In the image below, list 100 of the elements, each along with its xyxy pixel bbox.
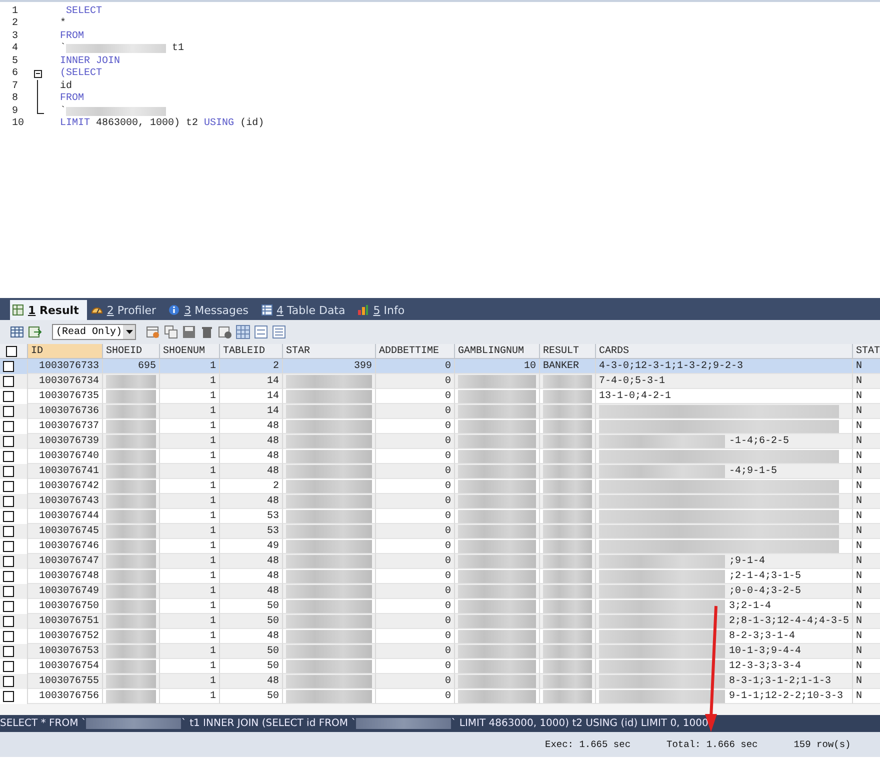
line-number: 7 [11,80,20,92]
collapse-icon[interactable] [34,70,42,78]
grid-view-icon[interactable] [236,325,250,339]
blurred-text [543,404,592,418]
row-checkbox[interactable] [3,481,14,492]
blurred-text [106,600,156,612]
query-text: SELECT * FROM ` [0,718,86,729]
table-cell: 10 [524,360,536,372]
table-cell: 0 [444,570,451,582]
table-cell: 1003076754 [38,660,99,672]
table-cell: 53 [266,526,279,536]
line-number: 8 [11,93,20,104]
sql-keyword: INNER JOIN [60,56,120,67]
table-cell: 0 [444,360,451,372]
row-checkbox[interactable] [3,586,14,597]
code-text: t1 [171,43,184,54]
result-tab[interactable]: 5 Info [355,300,413,320]
delete-icon[interactable] [200,325,214,339]
result-tab[interactable]: 2 Profiler [88,300,164,320]
row-checkbox[interactable] [3,571,14,582]
blurred-text [106,554,156,568]
row-checkbox[interactable] [3,691,14,702]
row-checkbox[interactable] [3,391,14,402]
table-cell: N [856,510,862,522]
table-cell: 1 [210,360,216,372]
total-time: Total: 1.666 sec [666,739,758,750]
table-cell: 0 [444,406,451,416]
chart-icon [357,304,370,316]
row-checkbox[interactable] [3,451,14,462]
grid-icon[interactable] [10,325,24,339]
table-cell: 1 [210,480,216,492]
export-icon[interactable] [28,325,42,339]
blurred-text [543,570,592,582]
table-cell: 12-3-3;3-3-4 [729,660,802,672]
save-icon[interactable] [182,325,196,339]
column-header[interactable]: ID [28,344,103,359]
form-view-icon[interactable] [254,325,268,339]
table-cell: 695 [138,360,156,372]
row-checkbox[interactable] [3,556,14,567]
result-tab[interactable]: 1 Result [10,300,87,320]
table-cell: N [856,480,862,492]
table-cell: 1 [210,660,216,672]
table-cell: 1 [210,646,216,656]
table-cell: 0 [444,496,451,506]
table-cell: 1003076749 [38,586,99,596]
table-cell: N [856,420,862,432]
table-cell: 0 [444,450,451,462]
row-checkbox[interactable] [3,646,14,657]
row-checkbox[interactable] [3,361,14,372]
copy-icon[interactable] [164,325,178,339]
cancel-icon[interactable] [218,325,232,339]
table-cell: 0 [444,646,451,656]
select-all-checkbox[interactable] [6,346,17,356]
line-number: 4 [11,43,20,54]
table-cell: 48 [266,586,279,596]
blurred-text [543,464,592,478]
blurred-text [106,464,156,478]
blurred-text [543,494,592,508]
row-checkbox[interactable] [3,661,14,672]
row-checkbox[interactable] [3,376,14,387]
table-cell: 0 [444,676,451,686]
text-view-icon[interactable] [272,325,286,339]
row-checkbox[interactable] [3,406,14,417]
code-text: * [60,18,66,30]
result-tab[interactable]: 4 Table Data [258,300,354,320]
sql-keyword: LIMIT [60,118,90,130]
table-cell: 2 [272,360,279,372]
row-checkbox[interactable] [3,601,14,612]
result-tab[interactable]: 3 Messages [166,300,257,320]
line-number: 9 [11,106,20,117]
table-cell: 1 [210,556,216,566]
table-cell: 1003076736 [38,406,99,416]
table-cell: 0 [444,616,451,626]
table-cell: 1 [210,676,216,686]
blurred-text [543,374,592,388]
table-cell: 1003076743 [38,496,99,506]
table-cell: 1003076745 [38,526,99,536]
row-checkbox[interactable] [3,496,14,507]
row-checkbox[interactable] [3,631,14,642]
table-cell: 14 [266,376,279,386]
row-checkbox[interactable] [3,466,14,477]
mode-dropdown[interactable]: (Read Only) [52,324,136,340]
row-checkbox[interactable] [3,676,14,687]
row-checkbox[interactable] [3,421,14,432]
row-checkbox[interactable] [3,511,14,522]
table-cell: 1 [210,450,216,462]
row-checkbox[interactable] [3,526,14,537]
table-cell: N [856,616,862,626]
table-cell: 1 [210,496,216,506]
blurred-text [543,480,592,492]
blurred-text [543,614,592,628]
code-text: (id) [239,118,264,130]
table-cell: 49 [266,540,279,552]
table-cell: 0 [444,660,451,672]
table-cell: 1003076753 [38,646,99,656]
row-checkbox[interactable] [3,541,14,552]
row-checkbox[interactable] [3,436,14,447]
row-checkbox[interactable] [3,616,14,627]
blurred-text [543,600,592,612]
add-row-icon[interactable] [146,325,160,339]
